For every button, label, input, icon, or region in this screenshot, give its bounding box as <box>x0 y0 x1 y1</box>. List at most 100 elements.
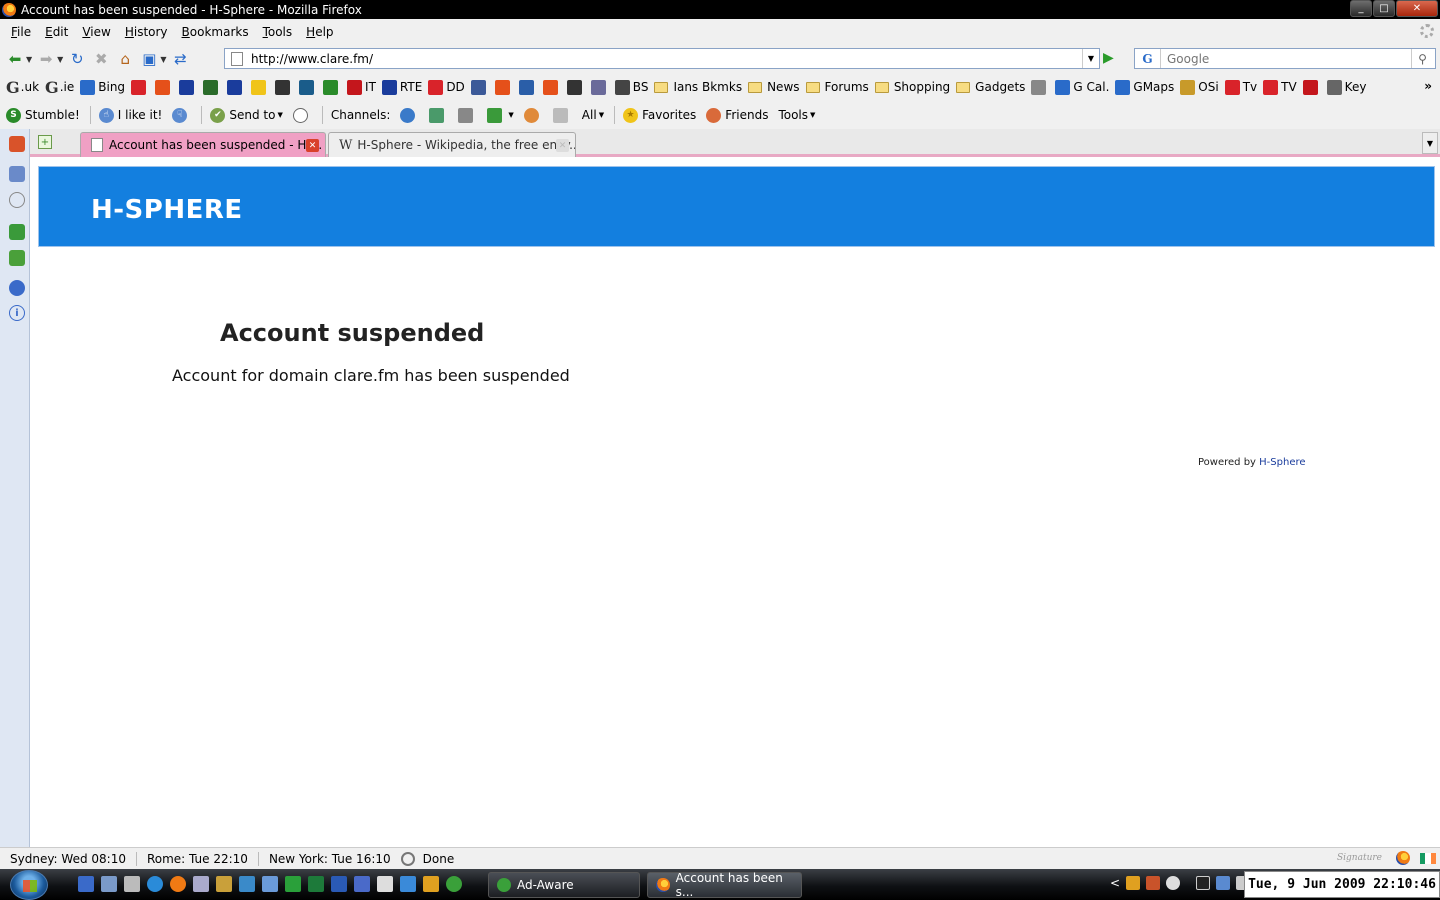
url-history-dropdown-icon[interactable]: ▼ <box>1082 49 1099 68</box>
menu-bookmarks[interactable]: Bookmarks <box>175 25 256 39</box>
channel-video-button[interactable] <box>458 107 477 123</box>
firefox-launch-icon[interactable] <box>170 876 186 892</box>
send-to-button[interactable]: ✔ Send to ▼ <box>210 107 283 123</box>
forward-history-dropdown-icon[interactable]: ▼ <box>57 55 63 64</box>
favorites-button[interactable]: ★ Favorites <box>623 107 696 123</box>
bookmark-item[interactable]: DD <box>428 79 465 95</box>
new-tab-icon[interactable]: + <box>38 135 52 149</box>
bookmark-item[interactable]: TV <box>1263 79 1297 95</box>
friends-button[interactable]: Friends <box>706 107 768 123</box>
back-icon[interactable]: ⬅ <box>4 48 26 70</box>
bookmark-item[interactable]: Forums <box>805 80 869 94</box>
minimize-button[interactable]: _ <box>1350 0 1372 17</box>
menu-tools[interactable]: Tools <box>256 25 300 39</box>
bookmark-item[interactable] <box>275 79 293 95</box>
tray-app-icon[interactable] <box>1146 876 1161 890</box>
taskbar-ad-aware[interactable]: Ad-Aware <box>488 872 640 898</box>
sidebar-bookmarks-icon[interactable] <box>9 166 25 182</box>
bookmark-item[interactable]: Gadgets <box>956 80 1025 94</box>
back-history-dropdown-icon[interactable]: ▼ <box>26 55 32 64</box>
channel-globe-button[interactable] <box>400 107 419 123</box>
menu-help[interactable]: Help <box>299 25 340 39</box>
bookmark-item[interactable] <box>494 79 513 95</box>
menu-view[interactable]: View <box>75 25 117 39</box>
bookmark-item[interactable] <box>131 79 149 95</box>
channel-people-button[interactable] <box>523 107 543 123</box>
ad-aware-launch-icon[interactable] <box>446 876 462 892</box>
all-channels-dropdown[interactable]: All ▼ <box>582 108 604 122</box>
bookmark-item[interactable] <box>1031 79 1049 95</box>
maximize-button[interactable]: □ <box>1373 0 1395 17</box>
bookmark-item[interactable]: G .uk <box>6 78 39 97</box>
app-icon[interactable] <box>239 876 255 892</box>
bookmark-item[interactable]: G .ie <box>45 78 74 97</box>
bookmark-item[interactable]: Tv <box>1224 79 1257 95</box>
window-switcher-icon[interactable] <box>101 876 117 892</box>
bookmark-item[interactable] <box>590 79 609 95</box>
channel-share-button[interactable]: ▼ <box>487 107 514 123</box>
bookmark-item[interactable]: Ians Bkmks <box>654 80 742 94</box>
bookmark-item[interactable]: GMaps <box>1115 79 1174 95</box>
stumble-tools-dropdown[interactable]: Tools ▼ <box>778 108 815 122</box>
word-icon[interactable] <box>331 876 347 892</box>
bookmark-item[interactable] <box>323 79 341 95</box>
bookmark-item[interactable] <box>542 79 561 95</box>
channel-photo-button[interactable] <box>429 107 448 123</box>
close-tab-icon[interactable]: ✕ <box>556 139 569 152</box>
show-desktop-icon[interactable] <box>78 876 94 892</box>
battery-icon[interactable] <box>1196 876 1211 890</box>
url-bar[interactable]: ▼ <box>224 48 1100 69</box>
channel-tag-button[interactable] <box>552 107 572 123</box>
forward-icon[interactable]: ➡ <box>35 48 57 70</box>
bookmark-item[interactable] <box>251 79 269 95</box>
stop-icon[interactable]: ✖ <box>90 48 112 70</box>
bookmark-item[interactable]: G Cal. <box>1055 79 1109 95</box>
close-window-button[interactable]: ✕ <box>1396 0 1438 17</box>
more-bookmarks-icon[interactable]: » <box>1424 79 1432 93</box>
sync-icon[interactable]: ⇄ <box>169 48 191 70</box>
bookmark-item[interactable] <box>1302 79 1321 95</box>
sidebar-addons-icon[interactable] <box>9 250 25 266</box>
bookmark-item[interactable]: OSi <box>1180 79 1219 95</box>
save-dropdown-icon[interactable]: ▼ <box>160 55 166 64</box>
search-bar[interactable]: G ⚲ <box>1134 48 1436 69</box>
media-player-icon[interactable] <box>423 876 439 892</box>
ireland-flag-icon[interactable] <box>1420 852 1436 864</box>
bookmark-item[interactable]: Bing <box>80 79 125 95</box>
url-input[interactable] <box>251 51 1071 66</box>
bookmark-item[interactable]: IT <box>347 79 376 95</box>
bookmark-item[interactable]: RTE <box>381 79 422 95</box>
bookmark-item[interactable] <box>227 79 245 95</box>
system-clock[interactable]: Tue, 9 Jun 2009 22:10:46 <box>1244 871 1440 898</box>
menu-file[interactable]: File <box>4 25 38 39</box>
mail-icon[interactable] <box>377 876 393 892</box>
bookmark-item[interactable] <box>155 79 173 95</box>
tab-wikipedia[interactable]: W H-Sphere - Wikipedia, the free ency...… <box>328 132 576 157</box>
network-icon[interactable] <box>1216 876 1231 890</box>
sidebar-settings-icon[interactable] <box>9 280 25 296</box>
bookmark-item[interactable] <box>203 79 221 95</box>
reload-icon[interactable]: ↻ <box>66 48 88 70</box>
excel-icon[interactable] <box>308 876 324 892</box>
calculator-icon[interactable] <box>216 876 232 892</box>
bookmark-item[interactable]: Key <box>1326 79 1366 95</box>
tray-app-icon[interactable] <box>1126 876 1141 890</box>
bookmark-item[interactable] <box>566 79 585 95</box>
app-icon[interactable] <box>354 876 370 892</box>
search-engine-google-icon[interactable]: G <box>1135 49 1161 68</box>
search-input[interactable] <box>1161 51 1401 66</box>
search-icon[interactable]: ⚲ <box>1411 49 1433 68</box>
close-tab-icon[interactable]: ✕ <box>306 139 319 152</box>
app-icon[interactable] <box>400 876 416 892</box>
bookmark-item[interactable] <box>179 79 197 95</box>
solitaire-icon[interactable] <box>285 876 301 892</box>
app-icon[interactable] <box>262 876 278 892</box>
go-icon[interactable]: ▶ <box>1103 50 1114 66</box>
home-icon[interactable]: ⌂ <box>114 48 136 70</box>
sidebar-history-icon[interactable] <box>9 192 25 208</box>
tray-app-icon[interactable] <box>1166 876 1181 890</box>
bookmark-item[interactable]: News <box>748 80 800 94</box>
taskbar-firefox[interactable]: Account has been s... <box>647 871 802 899</box>
thumbs-down-button[interactable]: ☟ <box>172 107 191 123</box>
hsphere-link[interactable]: H-Sphere <box>1259 457 1305 468</box>
